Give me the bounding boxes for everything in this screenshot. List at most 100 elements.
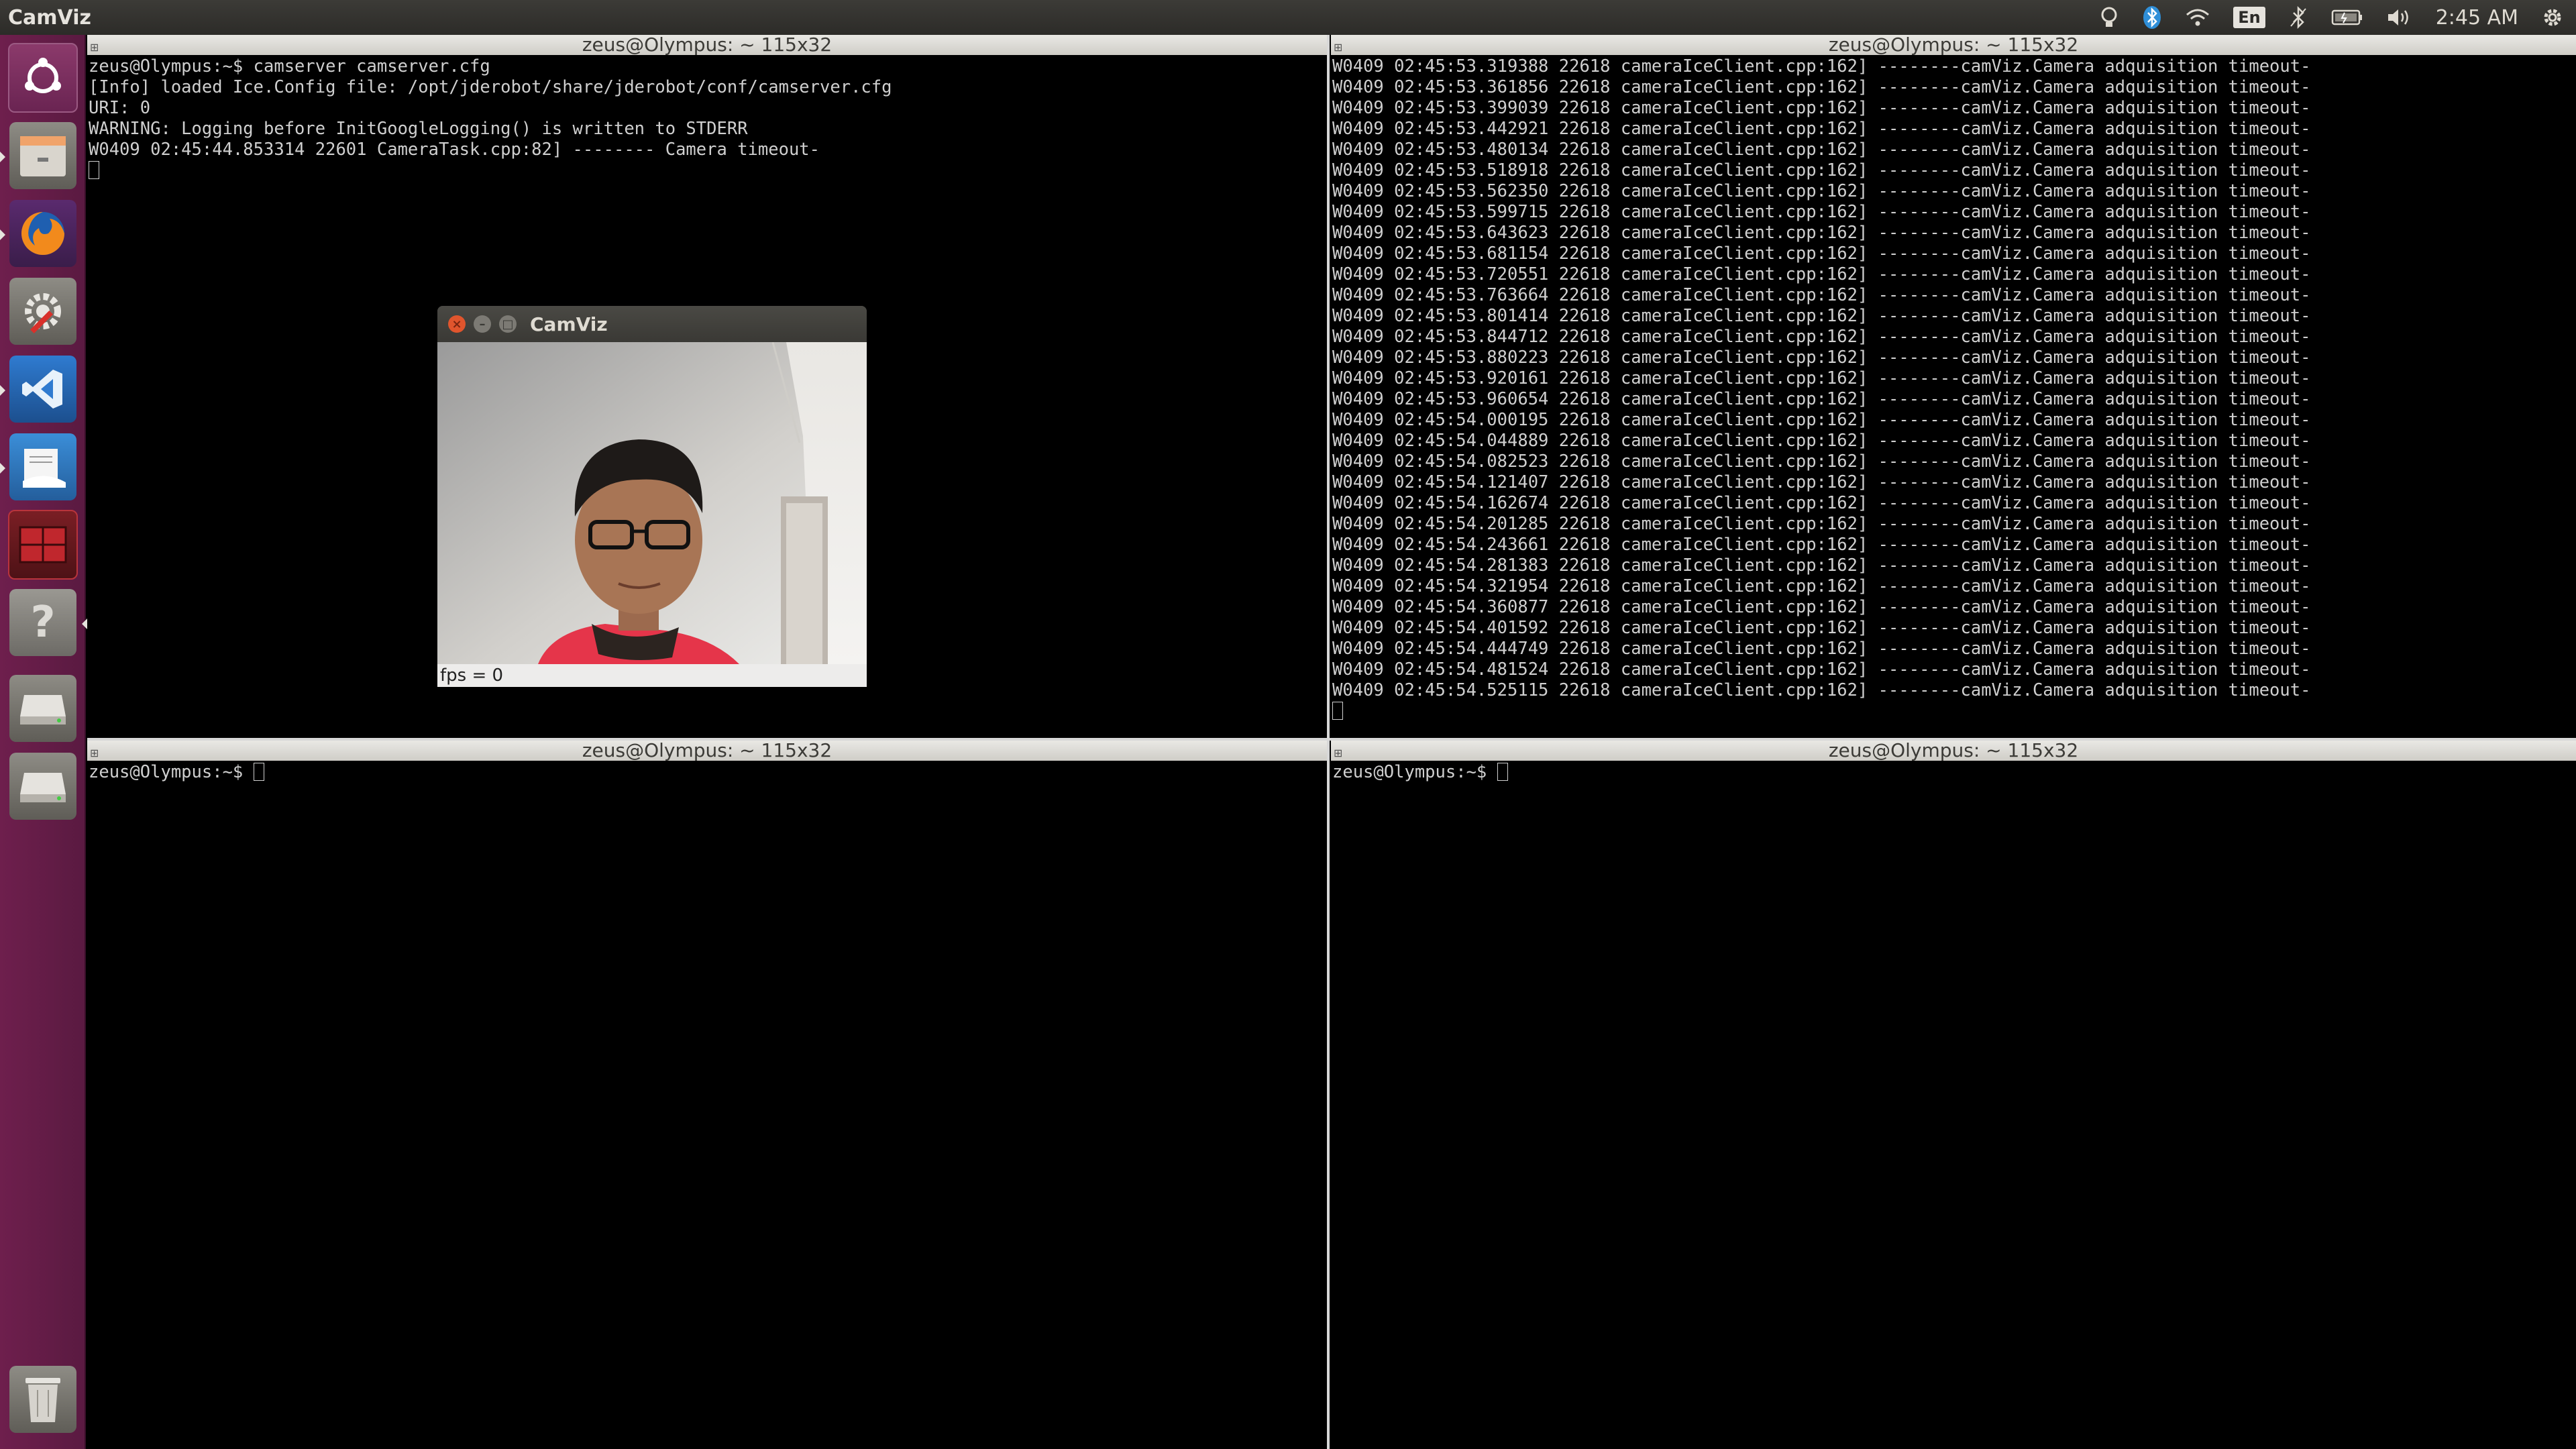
vscode-icon [9,356,76,423]
terminal-grip-icon: ⊞ [90,747,99,759]
terminal-line: W0409 02:45:54.281383 22618 cameraIceCli… [1332,555,2311,576]
terminal-line: zeus@Olympus:~$ camserver camserver.cfg [89,56,490,76]
terminal-line: W0409 02:45:53.442921 22618 cameraIceCli… [1332,119,2311,139]
terminal-line: W0409 02:45:54.162674 22618 cameraIceCli… [1332,493,2311,513]
keyboard-language-indicator[interactable]: En [2233,0,2265,35]
terminal-line: W0409 02:45:54.243661 22618 cameraIceCli… [1332,535,2311,555]
camviz-window[interactable]: × – □ CamViz fps = 0 [437,306,867,687]
drive-2-button[interactable] [7,750,79,822]
terminal-output: W0409 02:45:53.319388 22618 cameraIceCli… [1331,55,2576,723]
firefox-icon [9,200,76,267]
terminal-titlebar: ⊞ zeus@Olympus: ~ 115x32 [1331,35,2576,55]
terminal-bottom-right[interactable]: ⊞ zeus@Olympus: ~ 115x32 zeus@Olympus:~$ [1331,741,2576,1449]
close-button[interactable]: × [448,315,466,333]
terminal-bottom-left[interactable]: ⊞ zeus@Olympus: ~ 115x32 zeus@Olympus:~$ [87,741,1330,1449]
clock[interactable]: 2:45 AM [2436,0,2518,35]
workspace-grid-icon [8,510,78,580]
terminal-line: W0409 02:45:54.044889 22618 cameraIceCli… [1332,431,2311,451]
terminal-cursor [1497,763,1508,781]
terminal-title: zeus@Olympus: ~ 115x32 [582,739,833,761]
terminal-line: W0409 02:45:54.525115 22618 cameraIceCli… [1332,680,2311,700]
terminal-line: W0409 02:45:53.920161 22618 cameraIceCli… [1332,368,2311,388]
active-app-name: CamViz [8,5,91,30]
terminal-line: W0409 02:45:54.082523 22618 cameraIceCli… [1332,451,2311,472]
lightbulb-icon[interactable] [2099,0,2119,35]
terminal-cursor [89,161,99,179]
camera-feed-image [437,341,867,664]
terminal-line: W0409 02:45:53.361856 22618 cameraIceCli… [1332,77,2311,97]
terminal-cursor [253,763,264,781]
terminal-titlebar: ⊞ zeus@Olympus: ~ 115x32 [87,35,1327,55]
terminal-line: W0409 02:45:54.481524 22618 cameraIceCli… [1332,659,2311,680]
workspace-switcher-button[interactable] [7,508,79,581]
battery-icon[interactable] [2331,0,2363,35]
terminal-line: W0409 02:45:53.319388 22618 cameraIceCli… [1332,56,2311,76]
settings-wrench-icon [9,278,76,345]
camviz-titlebar[interactable]: × – □ CamViz [437,306,867,342]
terminal-grip-icon: ⊞ [1334,41,1343,54]
terminal-line: W0409 02:45:54.321954 22618 cameraIceCli… [1332,576,2311,596]
text-editor-button[interactable] [0,431,79,503]
terminal-titlebar: ⊞ zeus@Olympus: ~ 115x32 [1331,741,2576,761]
terminal-title: zeus@Olympus: ~ 115x32 [1828,739,2079,761]
trash-button[interactable] [7,1363,79,1436]
document-pen-icon [9,433,76,500]
volume-icon[interactable] [2386,0,2413,35]
firefox-button[interactable] [0,197,79,270]
terminal-line: W0409 02:45:53.518918 22618 cameraIceCli… [1332,160,2311,180]
terminal-line: W0409 02:45:53.880223 22618 cameraIceCli… [1332,347,2311,368]
terminal-line: W0409 02:45:53.681154 22618 cameraIceCli… [1332,244,2311,264]
file-cabinet-icon [9,122,76,189]
terminal-line: W0409 02:45:54.360877 22618 cameraIceCli… [1332,597,2311,617]
terminal-line: W0409 02:45:44.853314 22601 CameraTask.c… [89,140,820,160]
trash-icon [9,1366,76,1433]
terminal-prompt: zeus@Olympus:~$ [1332,762,1497,782]
maximize-button[interactable]: □ [499,315,517,333]
terminal-line: W0409 02:45:53.801414 22618 cameraIceCli… [1332,306,2311,326]
terminal-line: W0409 02:45:53.720551 22618 cameraIceCli… [1332,264,2311,284]
gear-icon[interactable] [2541,0,2564,35]
drive-1-button[interactable] [7,672,79,745]
terminal-line: W0409 02:45:54.121407 22618 cameraIceCli… [1332,472,2311,492]
ubuntu-dash-button[interactable] [7,42,79,114]
files-button[interactable] [0,119,79,192]
terminal-line: W0409 02:45:54.000195 22618 cameraIceCli… [1332,410,2311,430]
bluetooth-icon[interactable] [2142,0,2162,35]
terminal-title: zeus@Olympus: ~ 115x32 [1828,34,2079,56]
help-button[interactable]: ? [7,586,87,659]
terminal-line: W0409 02:45:54.201285 22618 cameraIceCli… [1332,514,2311,534]
terminal-grip-icon: ⊞ [90,41,99,54]
hard-drive-icon [9,753,76,820]
terminal-line: W0409 02:45:53.562350 22618 cameraIceCli… [1332,181,2311,201]
terminal-line: W0409 02:45:54.401592 22618 cameraIceCli… [1332,618,2311,638]
top-panel: CamViz En 2:45 AM [0,0,2576,35]
terminal-line: W0409 02:45:53.763664 22618 cameraIceCli… [1332,285,2311,305]
terminal-line: W0409 02:45:53.399039 22618 cameraIceCli… [1332,98,2311,118]
terminal-grip-icon: ⊞ [1334,747,1343,759]
terminal-line: WARNING: Logging before InitGoogleLoggin… [89,119,748,139]
terminal-line: [Info] loaded Ice.Config file: /opt/jder… [89,77,892,97]
ubuntu-logo-icon [8,43,78,113]
terminal-line: W0409 02:45:53.844712 22618 cameraIceCli… [1332,327,2311,347]
bluetooth-off-icon[interactable] [2288,0,2308,35]
terminal-title: zeus@Olympus: ~ 115x32 [582,34,833,56]
terminal-line: W0409 02:45:54.444749 22618 cameraIceCli… [1332,639,2311,659]
terminal-titlebar: ⊞ zeus@Olympus: ~ 115x32 [87,741,1327,761]
terminal-line: W0409 02:45:53.480134 22618 cameraIceCli… [1332,140,2311,160]
terminal-output: zeus@Olympus:~$ [87,761,1327,784]
terminal-line: W0409 02:45:53.599715 22618 cameraIceCli… [1332,202,2311,222]
wifi-icon[interactable] [2185,0,2210,35]
system-settings-button[interactable] [7,275,79,347]
terminal-line: W0409 02:45:53.960654 22618 cameraIceCli… [1332,389,2311,409]
minimize-button[interactable]: – [474,315,491,333]
terminal-cursor [1332,702,1343,720]
terminal-output: zeus@Olympus:~$ camserver camserver.cfg … [87,55,1327,182]
vscode-button[interactable] [0,353,79,425]
indicator-area: En 2:45 AM [2099,0,2576,35]
camviz-title: CamViz [530,313,608,335]
hard-drive-icon [9,675,76,742]
fps-status: fps = 0 [437,664,867,687]
terminal-line: URI: 0 [89,98,151,118]
terminal-top-right[interactable]: ⊞ zeus@Olympus: ~ 115x32 W0409 02:45:53.… [1331,35,2576,738]
terminal-line: W0409 02:45:53.643623 22618 cameraIceCli… [1332,223,2311,243]
